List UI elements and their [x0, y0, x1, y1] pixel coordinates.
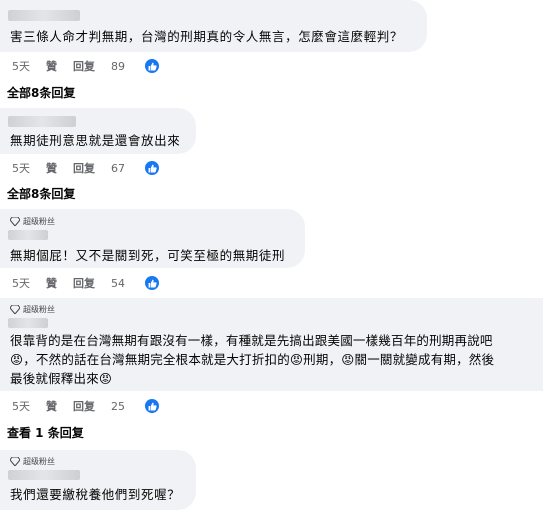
comment-actions: 5天 贊 回复 25 — [12, 398, 191, 414]
like-button[interactable]: 贊 — [46, 160, 57, 176]
reaction-count[interactable]: 54 — [111, 276, 175, 290]
comment-time[interactable]: 5天 — [12, 398, 30, 414]
blurred-username — [8, 10, 80, 21]
blurred-username — [8, 470, 80, 480]
super-fan-badge: 超级粉丝 — [10, 216, 55, 227]
comment-text-line: 很靠背的是在台灣無期有跟沒有一樣，有種就是先搞出跟美國一樣幾百年的刑期再說吧 — [10, 333, 493, 348]
blurred-username — [8, 116, 76, 127]
comment-actions: 5天 贊 回复 89 — [12, 58, 191, 74]
like-count: 25 — [111, 399, 125, 413]
diamond-icon — [10, 217, 20, 226]
like-button[interactable]: 贊 — [46, 275, 57, 291]
comment-bubble: 超级粉丝 很靠背的是在台灣無期有跟沒有一樣，有種就是先搞出跟美國一樣幾百年的刑期… — [0, 298, 543, 391]
comment-bubble: 害三條人命才判無期，台灣的刑期真的令人無言，怎麼會這麼輕判？ — [0, 0, 427, 52]
comment-time[interactable]: 5天 — [12, 160, 30, 176]
view-replies-link[interactable]: 查看 1 条回复 — [7, 424, 84, 441]
comment-text: 害三條人命才判無期，台灣的刑期真的令人無言，怎麼會這麼輕判？ — [10, 29, 404, 44]
comment-text: 無期個屁！又不是關到死，可笑至極的無期徒刑 — [10, 248, 286, 263]
super-fan-badge: 超级粉丝 — [10, 304, 55, 315]
reaction-count[interactable]: 25 — [111, 399, 175, 413]
comment-bubble: 無期徒刑意思就是還會放出來 — [0, 108, 196, 154]
comment-actions: 5天 贊 回复 67 — [12, 160, 191, 176]
reaction-count[interactable]: 67 — [111, 161, 175, 175]
reaction-count[interactable]: 89 — [111, 59, 175, 73]
badge-label: 超级粉丝 — [23, 457, 55, 466]
like-count: 89 — [111, 59, 125, 73]
comment-text-line: 最後就假釋出來😡 — [10, 371, 113, 386]
reply-button[interactable]: 回复 — [73, 160, 95, 176]
more-replies-link[interactable]: 全部8条回复 — [7, 185, 75, 202]
like-count: 54 — [111, 276, 125, 290]
reply-button[interactable]: 回复 — [73, 398, 95, 414]
badge-label: 超级粉丝 — [23, 217, 55, 226]
like-button[interactable]: 贊 — [46, 58, 57, 74]
like-button[interactable]: 贊 — [46, 398, 57, 414]
thumbs-up-icon — [145, 161, 159, 175]
like-count: 67 — [111, 161, 125, 175]
thumbs-up-icon — [145, 276, 159, 290]
reply-button[interactable]: 回复 — [73, 275, 95, 291]
thumbs-up-icon — [145, 59, 159, 73]
reply-button[interactable]: 回复 — [73, 58, 95, 74]
comment-time[interactable]: 5天 — [12, 58, 30, 74]
comment-bubble: 超级粉丝 無期個屁！又不是關到死，可笑至極的無期徒刑 — [0, 209, 305, 268]
comment-text-line: 😡，不然的話在台灣無期完全根本就是大打折扣的😡刑期，😡關一關就變成有期，然後 — [10, 352, 495, 367]
blurred-username — [8, 230, 48, 240]
comment-text: 無期徒刑意思就是還會放出來 — [10, 133, 181, 148]
comment-bubble: 超级粉丝 我們還要繳稅養他們到死喔？ — [0, 450, 196, 510]
comment-time[interactable]: 5天 — [12, 275, 30, 291]
diamond-icon — [10, 457, 20, 466]
blurred-username — [8, 318, 48, 328]
super-fan-badge: 超级粉丝 — [10, 456, 55, 467]
comment-text: 我們還要繳稅養他們到死喔？ — [10, 487, 181, 502]
comment-actions: 5天 贊 回复 54 — [12, 275, 191, 291]
more-replies-link[interactable]: 全部8条回复 — [7, 84, 75, 101]
diamond-icon — [10, 305, 20, 314]
thumbs-up-icon — [145, 399, 159, 413]
badge-label: 超级粉丝 — [23, 305, 55, 314]
